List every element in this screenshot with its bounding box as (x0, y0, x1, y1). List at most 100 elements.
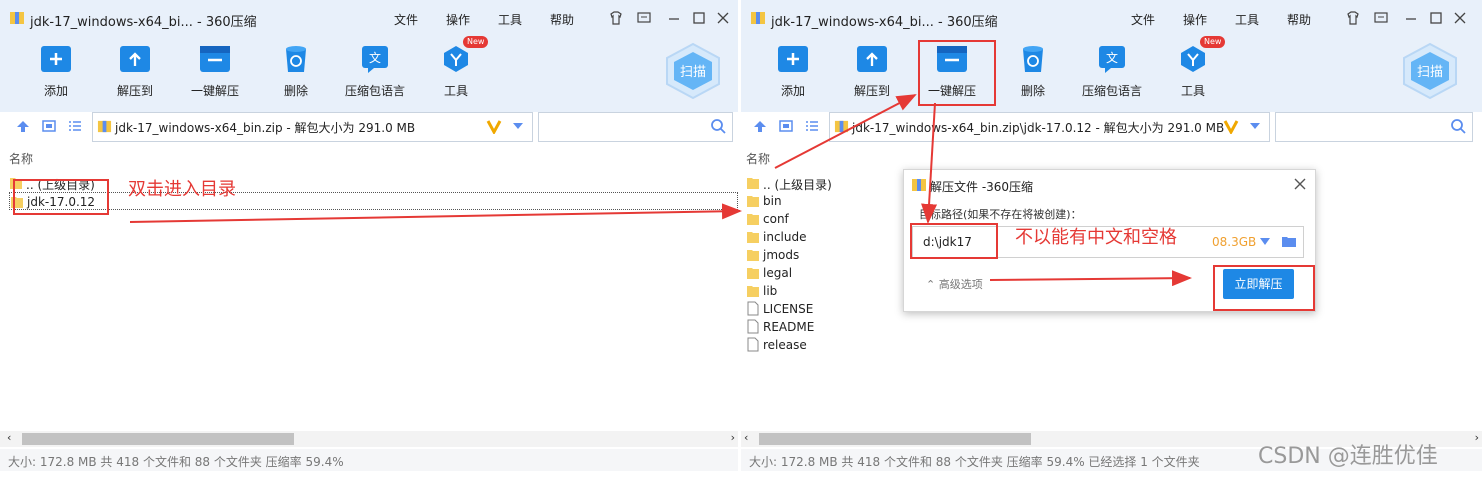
scrollbar-thumb[interactable] (759, 433, 1031, 445)
free-space: 08.3GB (1212, 235, 1257, 249)
window-title: jdk-17_windows-x64_bi... - 360压缩 (771, 15, 998, 30)
minimize-icon[interactable] (665, 9, 683, 27)
minimize-icon[interactable] (1402, 9, 1420, 27)
file-icon (747, 319, 759, 334)
tools-button[interactable]: New 工具 (421, 36, 491, 99)
delete-icon (1023, 46, 1043, 72)
scroll-left-icon[interactable]: ‹ (744, 431, 748, 444)
comment-icon: 文 (1099, 46, 1125, 73)
close-icon[interactable] (714, 9, 732, 27)
maximize-icon[interactable] (1427, 9, 1445, 27)
status-bar: 大小: 172.8 MB 共 418 个文件和 88 个文件夹 压缩率 59.4… (0, 449, 738, 471)
folder-icon (747, 178, 759, 189)
address-bar[interactable]: jdk-17_windows-x64_bin.zip - 解包大小为 291.0… (92, 112, 533, 142)
target-path-label: 目标路径(如果不存在将被创建)： (919, 208, 1082, 221)
maximize-icon[interactable] (690, 9, 708, 27)
folder-icon (747, 268, 759, 279)
file-icon (747, 337, 759, 352)
chevron-down-icon[interactable] (1249, 121, 1261, 131)
scan-button[interactable]: 扫描 (1400, 42, 1460, 100)
extract-to-icon (857, 46, 887, 72)
extract-to-button[interactable]: 解压到 (837, 44, 907, 99)
watermark: CSDN @连胜优佳 (1258, 444, 1438, 469)
delete-button[interactable]: 删除 (998, 44, 1068, 99)
tools-icon (1181, 46, 1205, 72)
scroll-right-icon[interactable]: › (1475, 431, 1479, 444)
browse-folder-icon[interactable] (1281, 234, 1297, 249)
chevron-down-icon[interactable] (512, 121, 524, 131)
delete-icon (286, 46, 306, 72)
archive-icon (912, 179, 926, 191)
list-item[interactable]: jdk-17.0.12 (9, 192, 738, 210)
add-button[interactable]: 添加 (758, 44, 828, 99)
chevron-down-icon[interactable] (1259, 237, 1271, 246)
folder-icon (747, 250, 759, 261)
menu-tools[interactable]: 工具 (1235, 11, 1259, 28)
menu-help[interactable]: 帮助 (550, 11, 574, 28)
up-arrow-icon[interactable] (751, 117, 769, 135)
menu-operate[interactable]: 操作 (446, 11, 470, 28)
address-text: jdk-17_windows-x64_bin.zip - 解包大小为 291.0… (115, 121, 416, 135)
left-window: jdk-17_windows-x64_bi... - 360压缩 文件 操作 工… (0, 0, 738, 478)
window-title: jdk-17_windows-x64_bi... - 360压缩 (30, 15, 257, 30)
folder-icon (747, 286, 759, 297)
feedback-icon[interactable] (1372, 9, 1390, 27)
highlight-box-path (910, 223, 998, 259)
add-button[interactable]: 添加 (21, 44, 91, 99)
extract-to-icon (120, 46, 150, 72)
annotation-no-chinese: 不以能有中文和空格 (1015, 227, 1177, 248)
skin-icon[interactable] (607, 9, 625, 27)
add-icon (41, 46, 71, 72)
annotation-double-click: 双击进入目录 (128, 179, 236, 200)
scroll-right-icon[interactable]: › (731, 431, 735, 444)
column-name-header[interactable]: 名称 (9, 150, 33, 167)
v-icon[interactable] (1223, 118, 1239, 134)
file-icon (747, 301, 759, 316)
folder-icon (747, 214, 759, 225)
search-icon[interactable] (1450, 118, 1466, 134)
menu-file[interactable]: 文件 (1131, 11, 1155, 28)
up-arrow-icon[interactable] (14, 117, 32, 135)
left-titlebar: jdk-17_windows-x64_bi... - 360压缩 文件 操作 工… (0, 0, 738, 36)
zip-icon (834, 120, 849, 133)
close-icon[interactable] (1451, 9, 1469, 27)
thumbnail-view-icon[interactable] (40, 117, 58, 135)
search-input[interactable] (1275, 112, 1473, 142)
v-icon[interactable] (486, 118, 502, 134)
chevron-up-icon: ⌃ (926, 278, 936, 291)
address-text: jdk-17_windows-x64_bin.zip\jdk-17.0.12 -… (852, 121, 1225, 135)
address-bar[interactable]: jdk-17_windows-x64_bin.zip\jdk-17.0.12 -… (829, 112, 1270, 142)
tools-button[interactable]: New 工具 (1158, 36, 1228, 99)
menu-operate[interactable]: 操作 (1183, 11, 1207, 28)
one-click-extract-button[interactable]: 一键解压 (180, 44, 250, 99)
menu-file[interactable]: 文件 (394, 11, 418, 28)
svg-text:文: 文 (1106, 50, 1118, 65)
scroll-left-icon[interactable]: ‹ (7, 431, 11, 444)
folder-icon (747, 196, 759, 207)
scrollbar-thumb[interactable] (22, 433, 294, 445)
menu-help[interactable]: 帮助 (1287, 11, 1311, 28)
horizontal-scrollbar[interactable]: ‹ › (0, 431, 738, 447)
feedback-icon[interactable] (635, 9, 653, 27)
list-view-icon[interactable] (66, 117, 84, 135)
delete-button[interactable]: 删除 (261, 44, 331, 99)
close-icon[interactable] (1293, 177, 1307, 191)
search-icon[interactable] (710, 118, 726, 134)
skin-icon[interactable] (1344, 9, 1362, 27)
add-icon (778, 46, 808, 72)
comment-button[interactable]: 文 压缩包语言 (1077, 44, 1147, 99)
right-titlebar: jdk-17_windows-x64_bi... - 360压缩 文件 操作 工… (741, 0, 1482, 36)
svg-text:扫描: 扫描 (680, 65, 706, 80)
scan-button[interactable]: 扫描 (663, 42, 723, 100)
column-name-header[interactable]: 名称 (746, 150, 770, 167)
tools-icon (444, 46, 468, 72)
list-view-icon[interactable] (803, 117, 821, 135)
highlight-box-one-click (918, 40, 996, 106)
menu-tools[interactable]: 工具 (498, 11, 522, 28)
thumbnail-view-icon[interactable] (777, 117, 795, 135)
search-input[interactable] (538, 112, 733, 142)
comment-button[interactable]: 文 压缩包语言 (340, 44, 410, 99)
advanced-options[interactable]: ⌃ 高级选项 (926, 276, 983, 292)
new-badge: New (1200, 36, 1226, 48)
extract-to-button[interactable]: 解压到 (100, 44, 170, 99)
